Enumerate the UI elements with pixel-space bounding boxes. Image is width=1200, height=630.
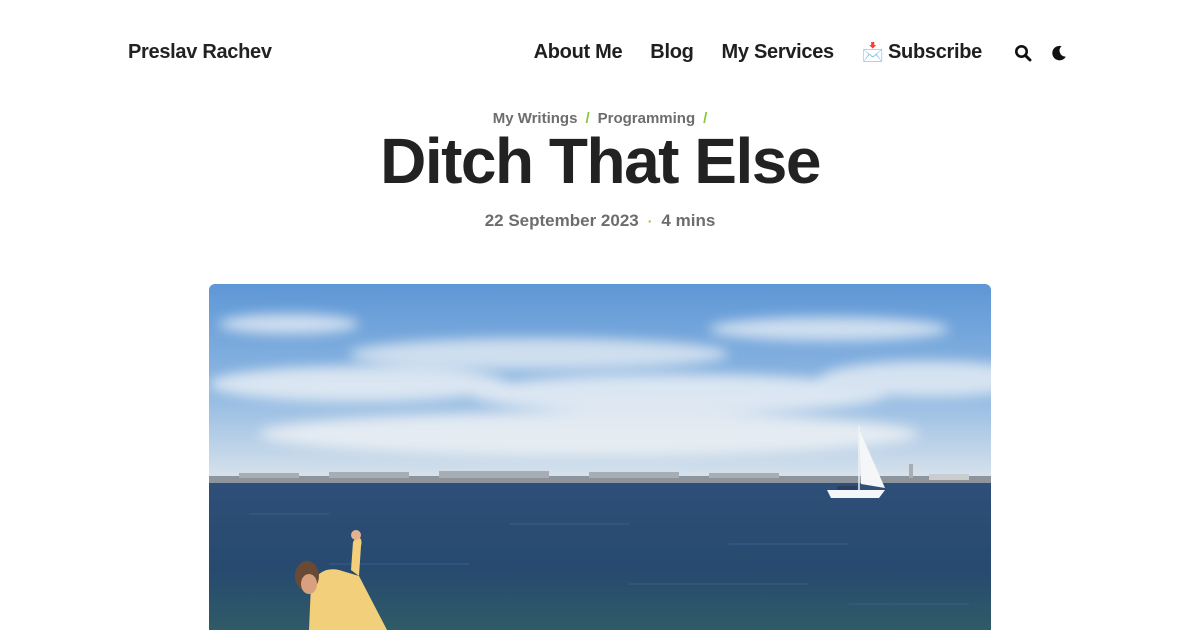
post-date: 22 September 2023 — [484, 211, 639, 230]
search-button[interactable] — [1012, 42, 1034, 64]
theme-toggle-button[interactable] — [1048, 42, 1070, 64]
moon-icon — [1052, 45, 1066, 60]
reading-time: 4 mins — [661, 211, 716, 230]
main-nav: About Me Blog My Services 📩 Subscribe — [534, 41, 1070, 64]
site-header: Preslav Rachev About Me Blog My Services… — [0, 0, 1200, 110]
nav-subscribe[interactable]: 📩 Subscribe — [862, 41, 982, 64]
post-title: Ditch That Else — [380, 125, 821, 197]
nav-my-services-label: My Services — [721, 41, 835, 63]
search-icon — [1015, 44, 1032, 61]
sea-photo — [209, 284, 991, 630]
hero-image — [209, 284, 991, 630]
nav-blog-label: Blog — [650, 41, 694, 63]
nav-about-me[interactable]: About Me — [534, 41, 623, 64]
post-meta: 22 September 2023 · 4 mins — [0, 211, 1200, 231]
nav-blog[interactable]: Blog — [650, 41, 694, 64]
meta-separator: · — [647, 213, 653, 229]
nav-subscribe-label: Subscribe — [888, 41, 982, 63]
site-title-link[interactable]: Preslav Rachev — [128, 41, 272, 64]
envelope-icon: 📩 — [861, 42, 884, 62]
nav-my-services[interactable]: My Services — [721, 41, 835, 64]
nav-about-me-label: About Me — [533, 41, 623, 63]
